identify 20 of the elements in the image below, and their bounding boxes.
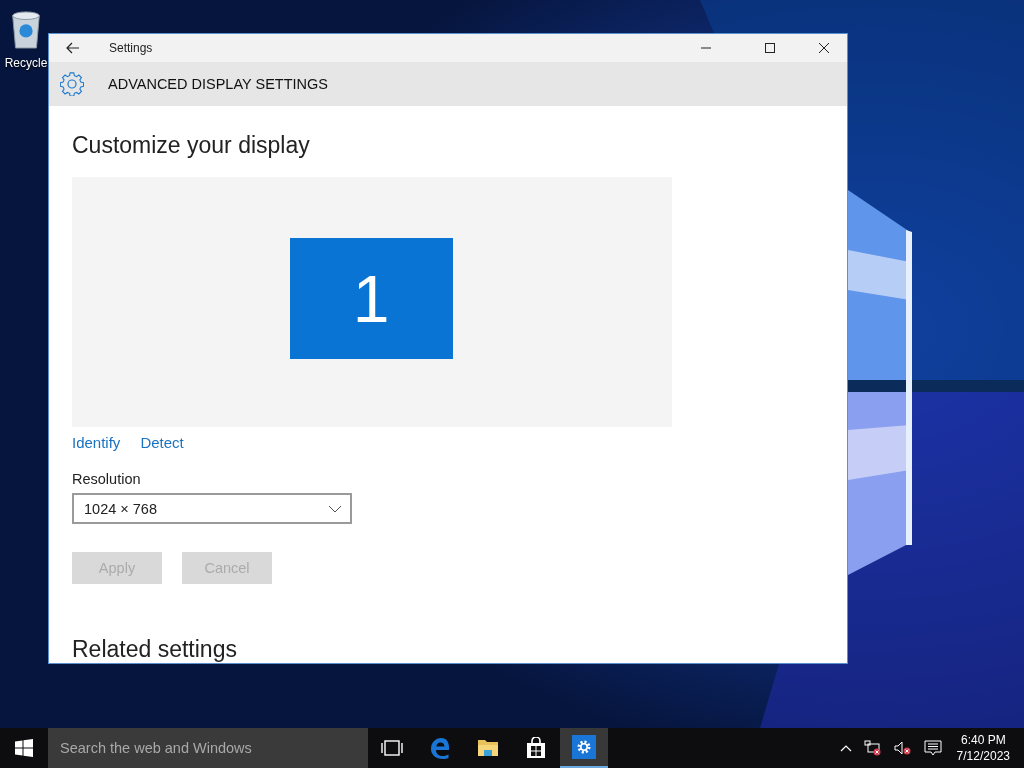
clock-date[interactable]: 7/12/2023: [956, 748, 1010, 764]
page-heading: Customize your display: [72, 132, 311, 159]
link[interactable]: Detect: [140, 434, 184, 451]
resolution-dropdown[interactable]: 1024 × 768: [72, 493, 352, 524]
section-heading: Related settings: [72, 636, 238, 663]
maximize-icon[interactable]: [765, 43, 775, 53]
window-title: Settings: [109, 41, 153, 55]
clock-time[interactable]: 6:40 PM: [960, 732, 1006, 748]
windows-start-icon[interactable]: [15, 739, 33, 757]
chevron-down-icon: [328, 504, 342, 513]
link[interactable]: Identify: [72, 434, 121, 451]
back-arrow-icon[interactable]: [66, 42, 80, 54]
settings-icon: [60, 72, 84, 96]
field-label: Resolution: [72, 471, 142, 487]
desktop-icon-label: Recycle: [4, 56, 48, 70]
close-icon[interactable]: [819, 43, 829, 53]
display-tile[interactable]: 1: [289, 238, 453, 359]
search-field[interactable]: Search the web and Windows: [48, 728, 368, 768]
page-header: ADVANCED DISPLAY SETTINGS: [108, 76, 328, 92]
gear-icon[interactable]: [560, 728, 608, 768]
